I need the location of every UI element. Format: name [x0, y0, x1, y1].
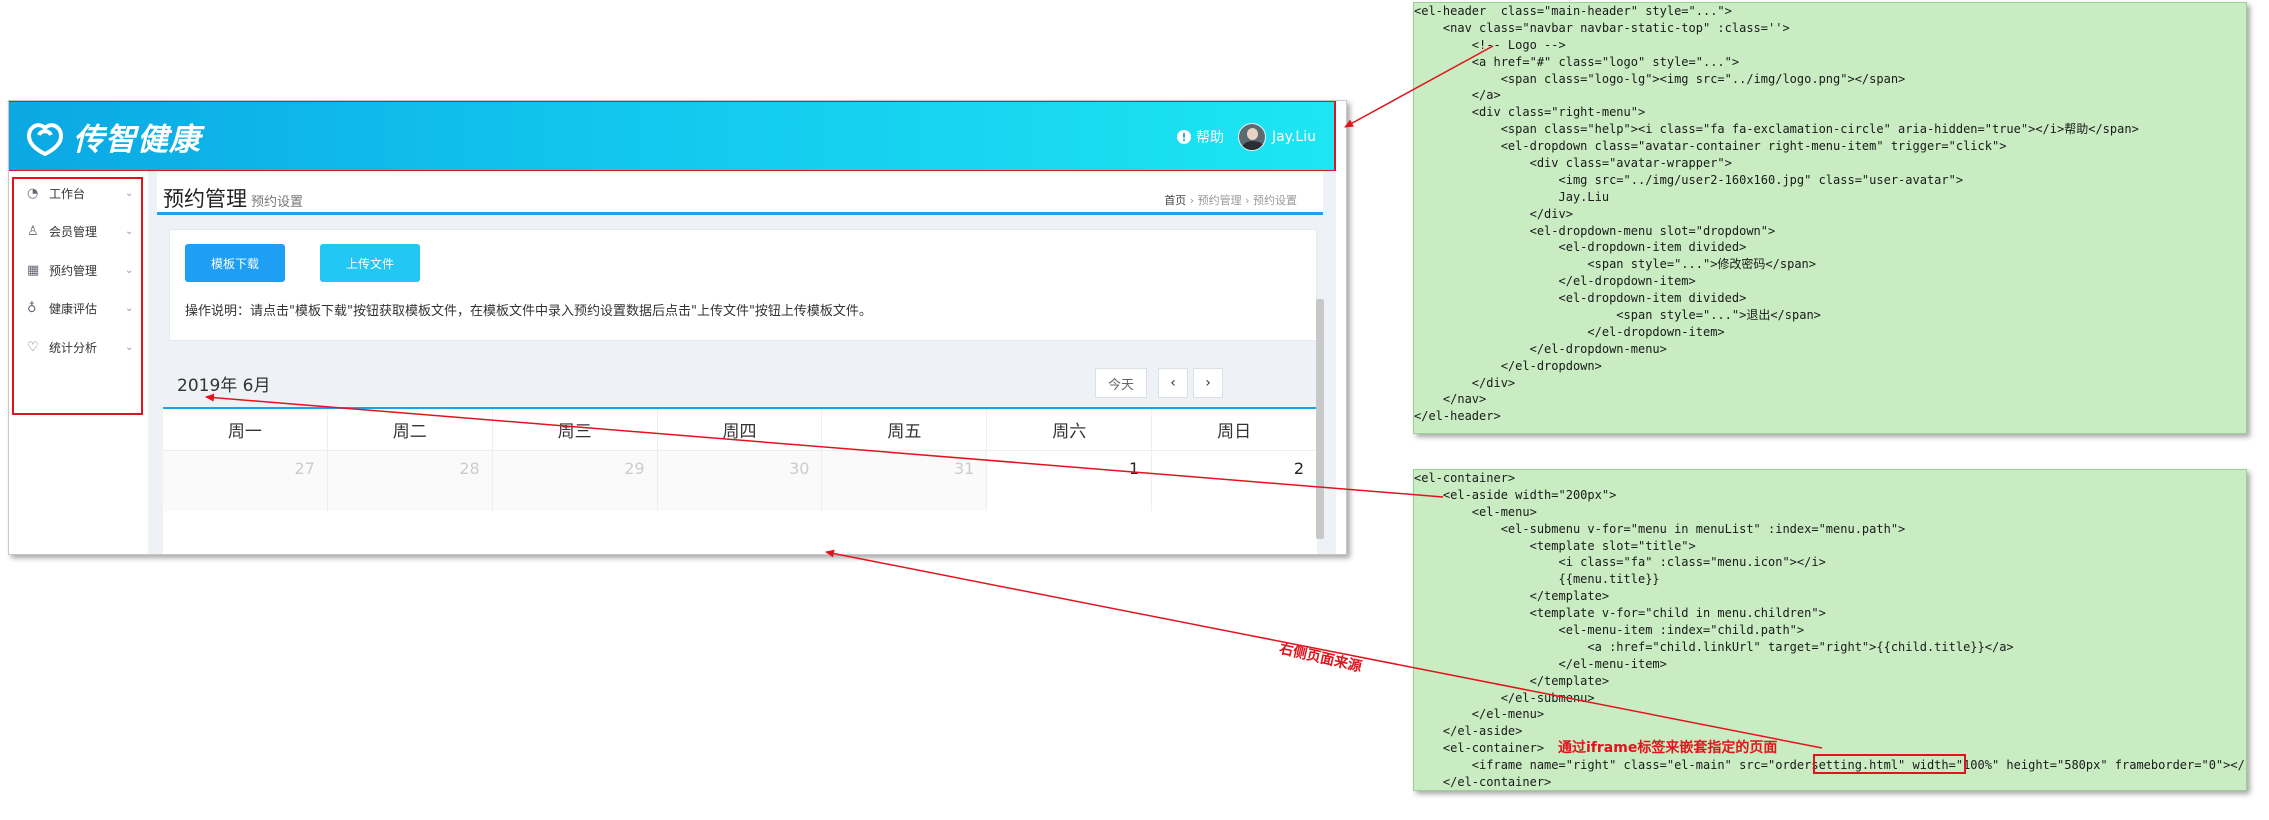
header-arrow	[1344, 45, 1494, 128]
annotation-arrows	[205, 45, 1823, 749]
iframe-note: 通过iframe标签来嵌套指定的页面	[1558, 740, 1778, 756]
sidebar-arrow	[205, 393, 1444, 498]
